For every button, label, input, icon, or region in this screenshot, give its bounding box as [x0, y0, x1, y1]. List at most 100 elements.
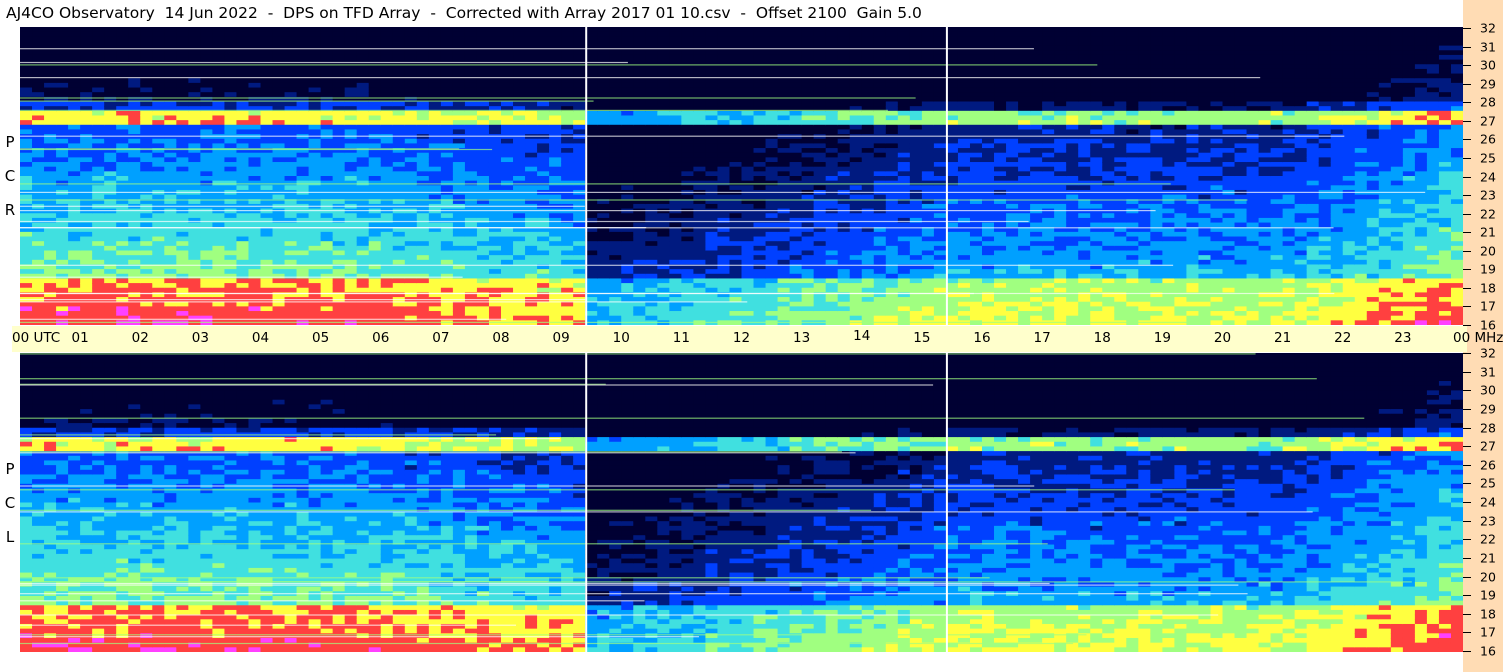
heatmap-cell — [236, 143, 250, 149]
heatmap-cell — [729, 92, 743, 98]
heatmap-cell — [56, 143, 69, 149]
heatmap-cell — [32, 78, 45, 84]
heatmap-cell — [573, 148, 586, 154]
heatmap-cell — [272, 101, 286, 107]
heatmap-cell — [897, 250, 911, 256]
heatmap-cell — [525, 82, 538, 89]
heatmap-cell — [20, 162, 33, 168]
heatmap-cell — [789, 236, 803, 242]
heatmap-cell — [332, 176, 346, 182]
heatmap-cell — [380, 278, 394, 284]
heatmap-cell — [140, 255, 153, 261]
heatmap-cell — [392, 269, 406, 275]
heatmap-cell — [513, 166, 526, 172]
heatmap-cell — [344, 31, 358, 37]
heatmap-cell — [885, 278, 899, 284]
heatmap-cell — [729, 217, 743, 224]
heatmap-cell — [176, 129, 189, 135]
heatmap-cell — [176, 138, 189, 145]
heatmap-cell — [573, 157, 586, 163]
heatmap-cell — [897, 40, 911, 47]
heatmap-cell — [44, 50, 57, 56]
heatmap-cell — [669, 27, 682, 33]
heatmap-cell — [777, 157, 791, 163]
heatmap-cell — [921, 208, 935, 214]
heatmap-cell — [741, 250, 755, 256]
heatmap-cell — [657, 176, 670, 182]
heatmap-cell — [573, 278, 586, 284]
heatmap-cell — [488, 231, 502, 238]
heatmap-cell — [392, 273, 406, 280]
heatmap-cell — [296, 40, 310, 47]
heatmap-cell — [488, 92, 502, 98]
heatmap-cell — [681, 129, 695, 135]
heatmap-cell — [308, 287, 322, 294]
heatmap-cell — [404, 129, 418, 135]
heatmap-cell — [837, 255, 851, 261]
heatmap-cell — [609, 194, 622, 200]
heatmap-cell — [488, 162, 502, 168]
heatmap-cell — [452, 50, 466, 56]
heatmap-cell — [68, 162, 81, 168]
heatmap-cell — [56, 306, 69, 312]
heatmap-cell — [861, 222, 875, 228]
heatmap-cell — [717, 283, 731, 289]
heatmap-cell — [573, 166, 586, 172]
heatmap-cell — [813, 222, 827, 228]
heatmap-cell — [837, 208, 851, 214]
heatmap-cell — [380, 306, 394, 312]
heatmap-cell — [669, 278, 682, 284]
heatmap-cell — [669, 306, 682, 312]
heatmap-cell — [20, 129, 33, 135]
heatmap-cell — [813, 68, 827, 75]
heatmap-cell — [753, 241, 767, 247]
heatmap-cell — [464, 129, 478, 135]
heatmap-cell — [801, 255, 815, 261]
heatmap-cell — [693, 269, 707, 275]
heatmap-cell — [909, 101, 923, 107]
heatmap-cell — [705, 27, 719, 33]
heatmap-cell — [825, 273, 839, 280]
heatmap-cell — [344, 213, 358, 219]
heatmap-cell — [116, 40, 129, 47]
heatmap-cell — [909, 176, 923, 182]
heatmap-cell — [260, 176, 274, 182]
heatmap-cell — [765, 273, 779, 280]
heatmap-cell — [416, 241, 430, 247]
heatmap-cell — [693, 250, 707, 256]
heatmap-cell — [320, 152, 334, 158]
heatmap-cell — [404, 287, 418, 294]
heatmap-cell — [488, 148, 502, 154]
heatmap-cell — [921, 315, 935, 321]
heatmap-cell — [609, 245, 622, 252]
heatmap-cell — [849, 54, 863, 61]
rcp-spectrogram-plot — [20, 27, 1463, 325]
heatmap-cell — [92, 213, 105, 219]
heatmap-cell — [224, 157, 238, 163]
heatmap-cell — [813, 278, 827, 284]
heatmap-cell — [837, 213, 851, 219]
heatmap-cell — [368, 92, 382, 98]
heatmap-cell — [609, 259, 622, 266]
heatmap-cell — [789, 129, 803, 135]
heatmap-cell — [645, 171, 658, 177]
heatmap-cell — [128, 236, 141, 242]
heatmap-cell — [621, 68, 634, 75]
heatmap-cell — [104, 157, 117, 163]
heatmap-cell — [573, 92, 586, 98]
heatmap-cell — [440, 278, 454, 284]
heatmap-cell — [308, 115, 322, 121]
heatmap-cell — [248, 306, 262, 312]
heatmap-cell — [861, 176, 875, 182]
heatmap-cell — [56, 92, 69, 98]
heatmap-cell — [873, 180, 887, 186]
heatmap-cell — [597, 217, 610, 224]
heatmap-cell — [92, 82, 105, 89]
heatmap-cell — [140, 236, 153, 242]
heatmap-cell — [200, 255, 214, 261]
heatmap-cell — [224, 115, 238, 121]
heatmap-cell — [164, 194, 177, 200]
heatmap-cell — [416, 315, 430, 321]
heatmap-cell — [440, 157, 454, 163]
heatmap-cell — [765, 50, 779, 56]
